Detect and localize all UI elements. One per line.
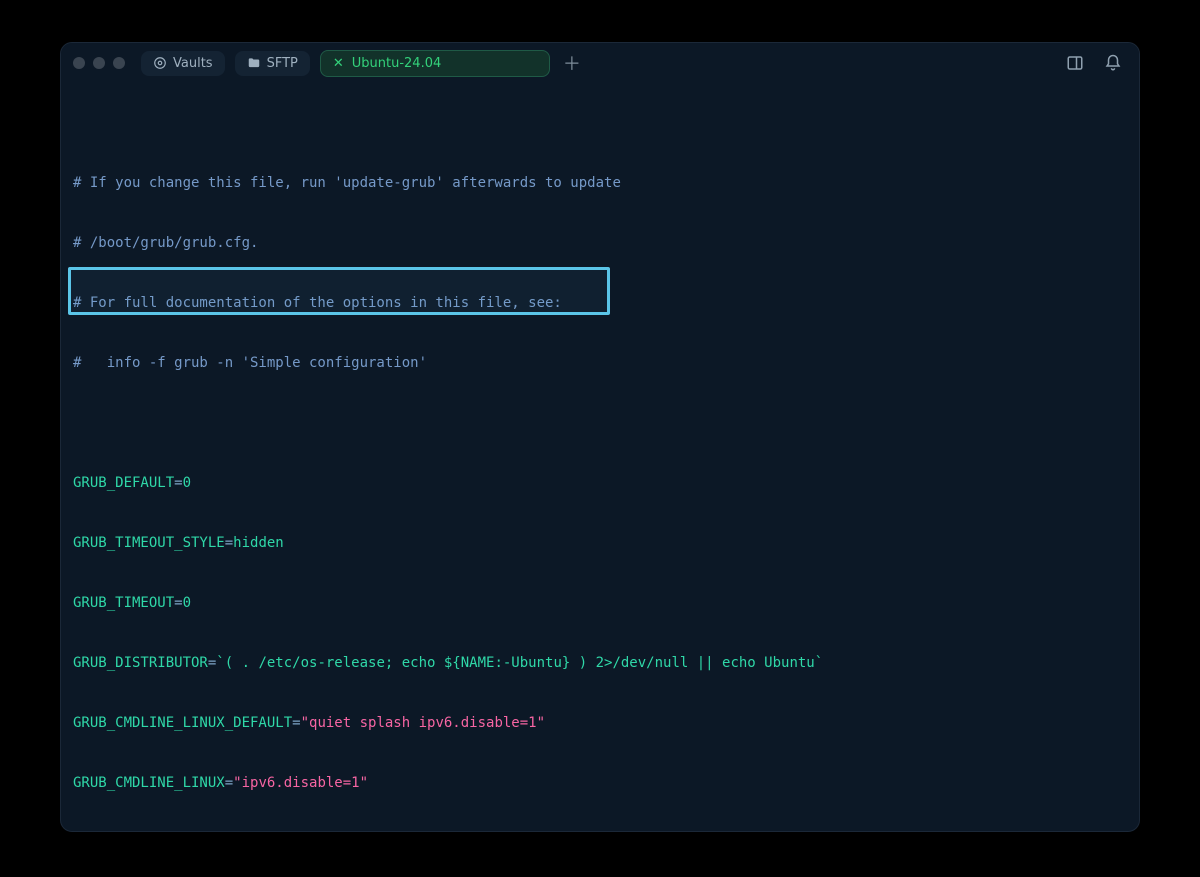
tab-vaults[interactable]: Vaults (141, 51, 225, 76)
code-line: # info -f grub -n 'Simple configuration' (73, 353, 1127, 373)
terminal-window: Vaults SFTP ✕ Ubuntu-24.04 ＋ (60, 42, 1140, 832)
code-line: # For full documentation of the options … (73, 293, 1127, 313)
code-line: GRUB_TIMEOUT_STYLE=hidden (73, 533, 1127, 553)
close-window-icon[interactable] (73, 57, 85, 69)
minimize-window-icon[interactable] (93, 57, 105, 69)
folder-icon (247, 56, 261, 70)
panel-toggle-icon[interactable] (1061, 49, 1089, 77)
tab-label: Ubuntu-24.04 (352, 56, 442, 71)
zoom-window-icon[interactable] (113, 57, 125, 69)
code-line: # If you change this file, run 'update-g… (73, 173, 1127, 193)
code-line: # /boot/grub/grub.cfg. (73, 233, 1127, 253)
code-line: GRUB_DISTRIBUTOR=`( . /etc/os-release; e… (73, 653, 1127, 673)
tab-label: Vaults (173, 56, 213, 71)
code-line: GRUB_CMDLINE_LINUX_DEFAULT="quiet splash… (73, 713, 1127, 733)
new-tab-button[interactable]: ＋ (560, 51, 584, 75)
code-line: GRUB_DEFAULT=0 (73, 473, 1127, 493)
code-line: GRUB_CMDLINE_LINUX="ipv6.disable=1" (73, 773, 1127, 793)
traffic-lights (73, 57, 125, 69)
editor-viewport[interactable]: # If you change this file, run 'update-g… (61, 83, 1139, 832)
vault-icon (153, 56, 167, 70)
titlebar: Vaults SFTP ✕ Ubuntu-24.04 ＋ (61, 43, 1139, 83)
bell-icon[interactable] (1099, 49, 1127, 77)
tab-sftp[interactable]: SFTP (235, 51, 310, 76)
blank-line (73, 413, 1127, 433)
close-tab-icon[interactable]: ✕ (333, 56, 344, 71)
tab-label: SFTP (267, 56, 298, 71)
tab-ubuntu[interactable]: ✕ Ubuntu-24.04 (320, 50, 550, 77)
code-line: GRUB_TIMEOUT=0 (73, 593, 1127, 613)
